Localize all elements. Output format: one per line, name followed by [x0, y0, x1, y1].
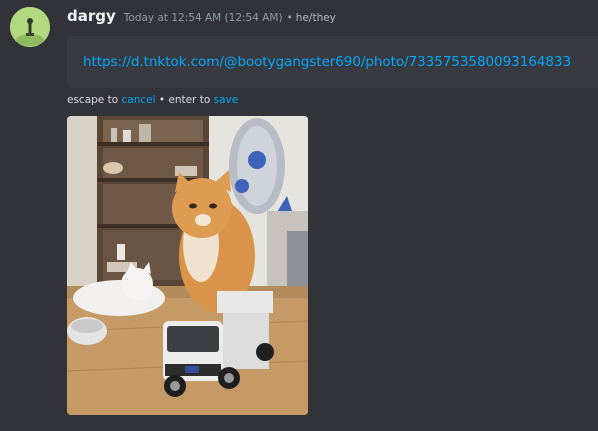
hint-middle: • enter to: [155, 94, 214, 106]
avatar-image: [10, 7, 50, 47]
save-link[interactable]: save: [214, 94, 239, 106]
message-header: dargy Today at 12:54 AM (12:54 AM) • he/…: [67, 7, 336, 27]
pronouns: he/they: [295, 12, 336, 24]
message: dargy Today at 12:54 AM (12:54 AM) • he/…: [0, 0, 598, 431]
timestamp[interactable]: Today at 12:54 AM (12:54 AM): [124, 12, 283, 24]
hint-prefix: escape to: [67, 94, 122, 106]
avatar[interactable]: [10, 7, 50, 47]
username[interactable]: dargy: [67, 7, 116, 25]
edit-hint: escape to cancel • enter to save: [67, 94, 238, 106]
separator-dot: •: [286, 12, 293, 24]
message-edit-input[interactable]: [83, 54, 598, 70]
image-attachment[interactable]: [67, 116, 308, 415]
message-edit-box[interactable]: [67, 36, 598, 88]
cancel-link[interactable]: cancel: [121, 94, 155, 106]
attachment-photo: [67, 116, 308, 415]
